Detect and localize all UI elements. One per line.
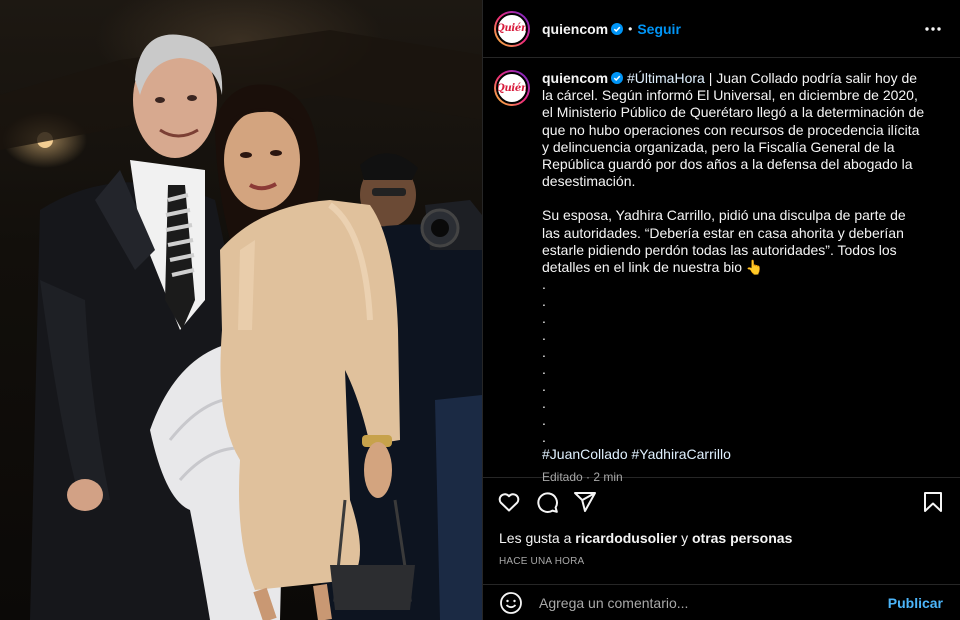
publish-button[interactable]: Publicar <box>888 595 943 611</box>
post-timestamp[interactable]: HACE UNA HORA <box>499 556 584 567</box>
emoji-icon[interactable] <box>499 591 523 615</box>
comment-input[interactable] <box>539 594 859 611</box>
liked-by-others[interactable]: otras personas <box>692 530 792 546</box>
header-separator: • <box>628 21 633 36</box>
hashtag-yadhiracarrillo[interactable]: #YadhiraCarrillo <box>632 446 731 462</box>
comment-icon[interactable] <box>535 490 559 514</box>
post-actions <box>483 478 960 526</box>
hashtag-juancollado[interactable]: #JuanCollado <box>542 446 628 462</box>
share-icon[interactable] <box>573 490 597 514</box>
caption-area: Quién quiencom #ÚltimaHora | Juan Collad… <box>483 58 960 484</box>
post-photo-illustration <box>0 30 482 620</box>
header-username[interactable]: quiencom <box>542 21 608 37</box>
caption-paragraph-1: quiencom #ÚltimaHora | Juan Collado podr… <box>542 70 927 190</box>
brand-logo: Quién <box>496 82 528 94</box>
post-header: Quién quiencom • Seguir <box>483 0 960 58</box>
caption-text: quiencom #ÚltimaHora | Juan Collado podr… <box>542 70 927 484</box>
comment-bar: Publicar <box>483 584 960 620</box>
post-photo[interactable] <box>0 0 482 620</box>
post-side-panel: Quién quiencom • Seguir Quién quiencom #… <box>482 0 960 620</box>
caption-avatar[interactable]: Quién <box>494 70 530 106</box>
caption-paragraph-2: Su esposa, Yadhira Carrillo, pidió una d… <box>542 207 906 276</box>
caption-body-1: | Juan Collado podría salir hoy de la cá… <box>542 70 925 190</box>
more-options-icon[interactable] <box>923 19 943 39</box>
heart-icon[interactable] <box>497 490 521 514</box>
likes-summary: Les gusta a ricardodusolier y otras pers… <box>499 530 793 546</box>
verified-badge-icon <box>611 72 624 84</box>
caption-dots: . . . . . . . . . . <box>542 276 546 446</box>
caption-username[interactable]: quiencom <box>542 70 608 86</box>
bookmark-icon[interactable] <box>921 490 945 514</box>
follow-button[interactable]: Seguir <box>637 21 681 37</box>
hashtag-ultimahora[interactable]: #ÚltimaHora <box>627 70 705 86</box>
caption-hashtags: #JuanCollado #YadhiraCarrillo <box>542 446 927 463</box>
account-avatar[interactable]: Quién <box>494 10 530 47</box>
brand-logo: Quién <box>496 23 528 34</box>
liked-by-user[interactable]: ricardodusolier <box>575 530 677 546</box>
verified-badge-icon <box>611 22 624 35</box>
